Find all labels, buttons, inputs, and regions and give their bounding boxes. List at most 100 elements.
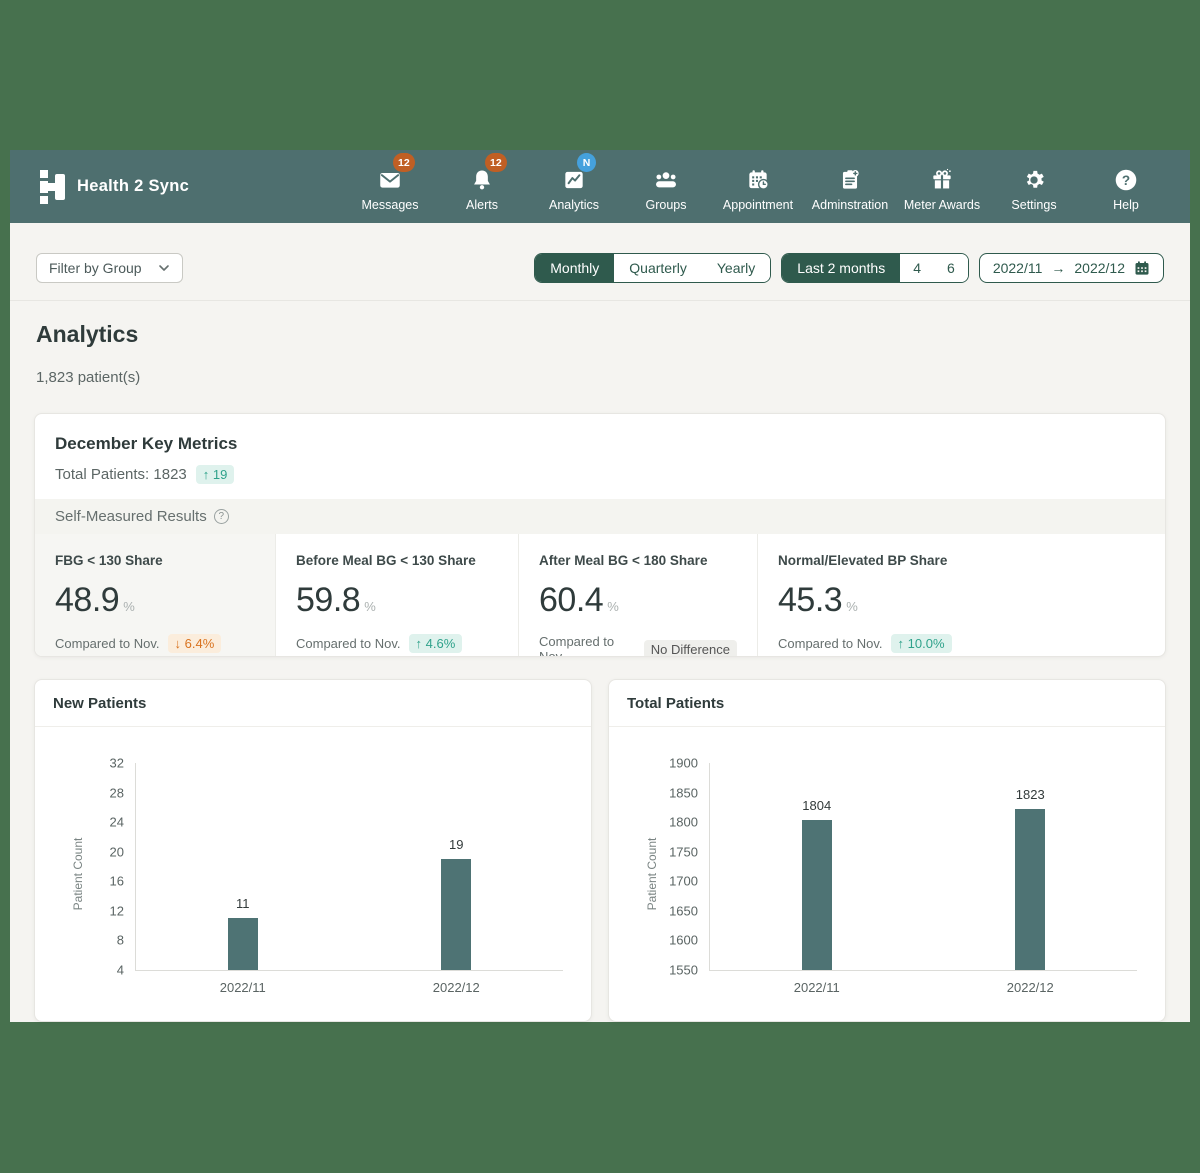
- chart-body: Patient Count 1550 1600 1650 1700 1750 1800 18…: [609, 727, 1165, 1021]
- nav-item-label: Alerts: [466, 198, 498, 212]
- metric-label: Before Meal BG < 130 Share: [296, 553, 498, 568]
- nav-items: 12 Messages 12 Alerts: [344, 161, 1172, 212]
- metric-cell-after-meal-bg[interactable]: After Meal BG < 180 Share 60.4% Compared…: [519, 534, 758, 657]
- metric-delta-badge: ↑ 4.6%: [409, 634, 463, 653]
- key-metrics-header: December Key Metrics Total Patients: 182…: [35, 414, 1165, 499]
- nav-item-analytics[interactable]: N Analytics: [528, 161, 620, 212]
- y-tick-label: 1700: [669, 874, 698, 889]
- alerts-count-badge: 12: [485, 153, 507, 172]
- clipboard-plus-icon: [837, 161, 863, 193]
- nav-item-appointment[interactable]: Appointment: [712, 161, 804, 212]
- y-tick-label: 24: [110, 815, 124, 830]
- x-tick-label: 2022/12: [433, 980, 480, 995]
- tab-last-2-months[interactable]: Last 2 months: [782, 254, 900, 282]
- tab-6-months[interactable]: 6: [934, 254, 968, 282]
- metric-delta-badge: No Difference: [644, 640, 737, 658]
- nav-item-label: Help: [1113, 198, 1139, 212]
- metric-compare: Compared to Nov. ↑ 10.0%: [778, 634, 1145, 653]
- metric-value: 48.9%: [55, 581, 255, 620]
- y-tick-label: 1750: [669, 844, 698, 859]
- y-tick-label: 4: [117, 963, 124, 978]
- chart-title: New Patients: [53, 695, 146, 712]
- calendar-clock-icon: [745, 161, 771, 193]
- chart-body: Patient Count 48121620242832112022/11192…: [35, 727, 591, 1021]
- chart-title: Total Patients: [627, 695, 724, 712]
- gift-icon: [929, 161, 955, 193]
- y-tick-label: 1650: [669, 903, 698, 918]
- nav-item-help[interactable]: ? Help: [1080, 161, 1172, 212]
- plot-area: Patient Count 15501600165017001750180018…: [709, 763, 1137, 971]
- metric-compare: Compared to Nov. No Difference: [539, 634, 737, 657]
- chart-header: Total Patients: [609, 680, 1165, 727]
- y-tick-label: 1900: [669, 756, 698, 771]
- chart-bar[interactable]: [802, 820, 832, 970]
- nav-item-settings[interactable]: Settings: [988, 161, 1080, 212]
- x-tick-label: 2022/12: [1007, 980, 1054, 995]
- metric-value: 59.8%: [296, 581, 498, 620]
- y-tick-label: 8: [117, 933, 124, 948]
- envelope-icon: 12: [377, 161, 403, 193]
- top-navbar: Health 2 Sync 12 Messages: [10, 150, 1190, 223]
- tab-yearly[interactable]: Yearly: [702, 254, 770, 282]
- group-filter-label: Filter by Group: [49, 260, 142, 276]
- y-axis-title: Patient Count: [71, 837, 85, 910]
- y-tick-label: 16: [110, 874, 124, 889]
- nav-item-label: Appointment: [723, 198, 793, 212]
- help-tooltip-icon[interactable]: ?: [214, 509, 229, 524]
- nav-item-adminstration[interactable]: Adminstration: [804, 161, 896, 212]
- calendar-icon: [1134, 260, 1150, 276]
- metric-label: FBG < 130 Share: [55, 553, 255, 568]
- gear-icon: [1021, 161, 1047, 193]
- filter-bar: Filter by Group Monthly Quarterly Yearly…: [10, 223, 1190, 301]
- range-tabs: Last 2 months 4 6: [781, 253, 969, 283]
- bar-value-label: 1823: [1016, 787, 1045, 802]
- nav-item-messages[interactable]: 12 Messages: [344, 161, 436, 212]
- app-window: Health 2 Sync 12 Messages: [10, 150, 1190, 1022]
- analytics-new-badge: N: [577, 153, 596, 172]
- x-tick-label: 2022/11: [794, 980, 840, 995]
- nav-item-label: Meter Awards: [904, 198, 980, 212]
- self-measured-results-strip: Self-Measured Results ?: [35, 499, 1165, 534]
- total-patients-label: Total Patients: 1823: [55, 466, 187, 483]
- nav-item-groups[interactable]: Groups: [620, 161, 712, 212]
- y-tick-label: 1550: [669, 963, 698, 978]
- tab-monthly[interactable]: Monthly: [535, 254, 614, 282]
- chevron-down-icon: [158, 262, 170, 274]
- metric-delta-badge: ↑ 10.0%: [891, 634, 952, 653]
- people-icon: [653, 161, 679, 193]
- page-head: Analytics 1,823 patient(s): [10, 301, 1190, 413]
- group-filter-select[interactable]: Filter by Group: [36, 253, 183, 283]
- patient-count-subtitle: 1,823 patient(s): [36, 369, 1164, 386]
- bell-icon: 12: [469, 161, 495, 193]
- svg-text:?: ?: [1122, 173, 1130, 188]
- y-axis-title: Patient Count: [645, 837, 659, 910]
- nav-item-alerts[interactable]: 12 Alerts: [436, 161, 528, 212]
- metric-value: 45.3%: [778, 581, 1145, 620]
- chart-header: New Patients: [35, 680, 591, 727]
- metric-compare: Compared to Nov. ↓ 6.4%: [55, 634, 255, 653]
- metric-value: 60.4%: [539, 581, 737, 620]
- y-tick-label: 32: [110, 756, 124, 771]
- chart-bar[interactable]: [228, 918, 258, 970]
- question-circle-icon: ?: [1113, 161, 1139, 193]
- metric-cell-before-meal-bg[interactable]: Before Meal BG < 130 Share 59.8% Compare…: [276, 534, 519, 657]
- self-measured-results-label: Self-Measured Results: [55, 508, 207, 525]
- metric-compare: Compared to Nov. ↑ 4.6%: [296, 634, 498, 653]
- date-range-picker[interactable]: 2022/11 → 2022/12: [979, 253, 1164, 283]
- nav-item-meter-awards[interactable]: Meter Awards: [896, 161, 988, 212]
- total-patients-line: Total Patients: 1823 ↑ 19: [55, 465, 1145, 484]
- metric-cell-fbg[interactable]: FBG < 130 Share 48.9% Compared to Nov. ↓…: [35, 534, 276, 657]
- brand-name: Health 2 Sync: [77, 177, 189, 196]
- y-tick-label: 1600: [669, 933, 698, 948]
- nav-item-label: Analytics: [549, 198, 599, 212]
- chart-bar[interactable]: [441, 859, 471, 970]
- brand[interactable]: Health 2 Sync: [38, 169, 189, 205]
- y-tick-label: 1800: [669, 815, 698, 830]
- bar-value-label: 19: [449, 837, 463, 852]
- health2sync-logo-icon: [38, 169, 66, 205]
- tab-4-months[interactable]: 4: [900, 254, 934, 282]
- chart-bar[interactable]: [1015, 809, 1045, 970]
- tab-quarterly[interactable]: Quarterly: [614, 254, 702, 282]
- metric-cell-bp[interactable]: Normal/Elevated BP Share 45.3% Compared …: [758, 534, 1165, 657]
- page-title: Analytics: [36, 321, 1164, 348]
